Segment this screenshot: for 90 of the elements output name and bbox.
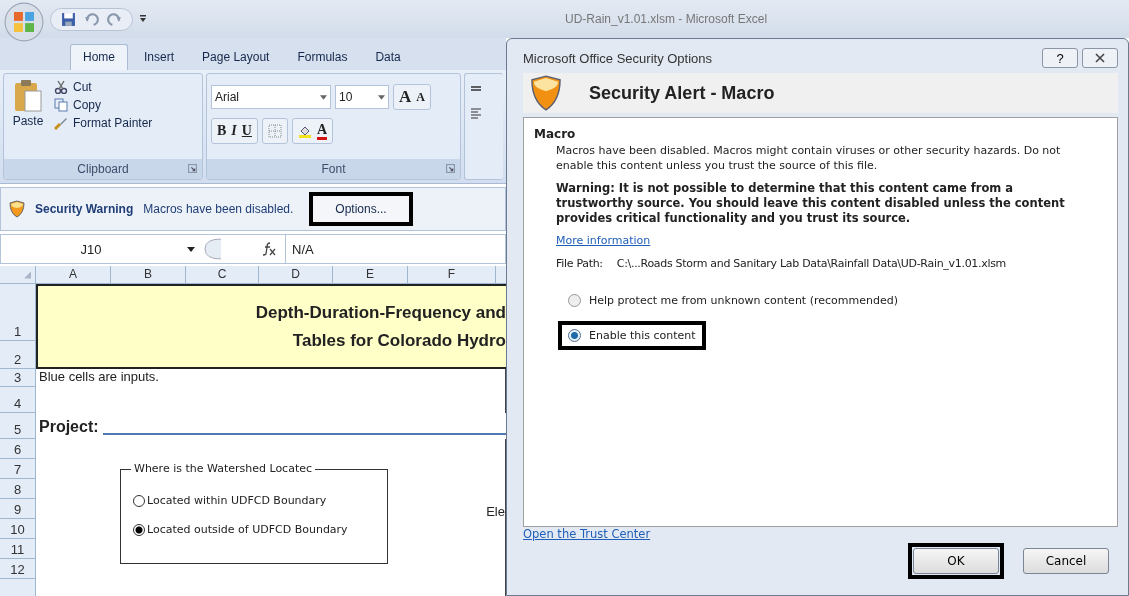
radio-option[interactable]: Located within UDFCD Boundary (133, 494, 387, 507)
dialog-heading: Security Alert - Macro (589, 82, 775, 104)
row-header[interactable]: 3 (0, 369, 35, 387)
column-header[interactable]: C (186, 266, 259, 283)
close-button[interactable] (1082, 48, 1118, 68)
cancel-button[interactable]: Cancel (1023, 548, 1109, 574)
bold-button[interactable]: B (217, 123, 227, 139)
clipboard-icon (13, 78, 43, 114)
ribbon-tab[interactable]: Home (70, 44, 128, 70)
undo-icon[interactable] (84, 11, 99, 27)
shield-icon (531, 75, 561, 111)
dropdown-icon[interactable] (187, 246, 195, 252)
sheet-title: Depth-Duration-Frequency and (255, 302, 506, 323)
help-button[interactable]: ? (1042, 48, 1078, 68)
description-text: Macros have been disabled. Macros might contain viruses or other security hazards. Do not enable this content unless you trust the source of this file. (556, 143, 1062, 173)
section-title: Macro (534, 127, 577, 141)
copy-icon (54, 98, 68, 112)
underline-button[interactable]: U (241, 123, 252, 139)
customize-toolbar-icon[interactable] (139, 14, 147, 24)
insert-function-icon[interactable] (261, 242, 277, 256)
radio-option[interactable]: Help protect me from unknown content (recommended) (558, 286, 908, 315)
office-logo-button[interactable] (4, 2, 44, 42)
copy-button[interactable]: Copy (54, 98, 153, 112)
more-information-link[interactable]: More information (556, 234, 651, 247)
radio-button[interactable] (568, 329, 581, 342)
row-header[interactable]: 10 (0, 519, 35, 539)
options-button[interactable]: Options... (309, 192, 413, 226)
paintbrush-icon (54, 116, 68, 130)
security-warning-title: Security Warning (35, 202, 134, 216)
row-header[interactable]: 9 (0, 499, 35, 519)
column-header[interactable]: A (36, 266, 111, 283)
name-box[interactable]: J10 (1, 241, 181, 257)
row-header[interactable]: 1 (0, 284, 35, 341)
radio-button[interactable] (133, 523, 145, 536)
shrink-font-button[interactable]: A (416, 89, 425, 105)
radio-option[interactable]: Enable this content (558, 321, 706, 350)
file-path: C:\...Roads Storm and Sanitary Lab Data\Rainfall Data\UD-Rain_v1.01.xlsm (616, 257, 1007, 270)
row-header[interactable]: 2 (0, 341, 35, 369)
resize-handle-icon[interactable] (201, 238, 221, 260)
row-header[interactable]: 5 (0, 413, 35, 439)
cell-text: Blue cells are inputs. (39, 369, 159, 384)
caret-icon[interactable] (320, 94, 327, 100)
ribbon-tab[interactable]: Formulas (285, 45, 360, 70)
dialog-launcher-icon[interactable] (446, 164, 455, 173)
row-header[interactable]: 4 (0, 387, 35, 413)
row-header[interactable]: 7 (0, 459, 35, 479)
grow-font-button[interactable]: A (399, 87, 412, 107)
file-path-label: File Path: (556, 257, 603, 270)
sheet-title: Tables for Colorado Hydro (292, 330, 506, 351)
scissors-icon (54, 80, 68, 94)
trust-center-link[interactable]: Open the Trust Center (523, 527, 651, 541)
font-color-button[interactable]: A (316, 122, 328, 140)
ribbon-tab[interactable]: Insert (132, 45, 187, 70)
ribbon-tab[interactable]: Page Layout (190, 45, 282, 70)
column-header[interactable]: B (111, 266, 186, 283)
row-header[interactable]: 6 (0, 439, 35, 459)
formula-field[interactable]: N/A (285, 235, 505, 263)
radio-button[interactable] (568, 294, 581, 307)
column-header[interactable]: F (408, 266, 496, 283)
font-size-field[interactable]: 10 (335, 85, 389, 109)
warning-text: Warning: It is not possible to determine that this content came from a trustworthy source. You should leave this content disabled unless the content provides critical functionality and you trust its source. (556, 181, 1066, 226)
align-left-icon[interactable] (469, 106, 483, 120)
group-label: Clipboard (77, 162, 129, 176)
security-message: Macros have been disabled. (143, 202, 294, 216)
format-painter-button[interactable]: Format Painter (54, 116, 153, 130)
cut-button[interactable]: Cut (54, 80, 153, 94)
row-header[interactable]: 12 (0, 559, 35, 579)
italic-button[interactable]: I (231, 123, 237, 139)
group-label: Font (321, 162, 346, 176)
project-label: Project: (39, 418, 99, 436)
cell-text: Ele (486, 504, 505, 519)
window-title: UD-Rain_v1.01.xlsm - Microsoft Excel (565, 12, 768, 26)
radio-option[interactable]: Located outside of UDFCD Boundary (133, 523, 387, 536)
ok-button[interactable]: OK (913, 548, 999, 574)
column-header[interactable]: E (333, 266, 408, 283)
paste-button[interactable]: Paste (8, 78, 48, 155)
row-header[interactable]: 11 (0, 539, 35, 559)
shield-icon (9, 200, 25, 218)
dialog-title: Microsoft Office Security Options (523, 50, 713, 66)
redo-icon[interactable] (107, 11, 122, 27)
dialog-launcher-icon[interactable] (188, 164, 197, 173)
close-icon[interactable] (1095, 53, 1105, 63)
row-header[interactable]: 8 (0, 479, 35, 499)
save-icon[interactable] (61, 11, 76, 27)
fill-color-icon[interactable] (297, 124, 312, 138)
caret-icon[interactable] (378, 94, 385, 100)
font-name-field[interactable]: Arial (211, 85, 331, 109)
ribbon-tab[interactable]: Data (363, 45, 413, 70)
column-header[interactable]: D (259, 266, 333, 283)
group-box-label: Where is the Watershed Locatec (131, 462, 316, 475)
